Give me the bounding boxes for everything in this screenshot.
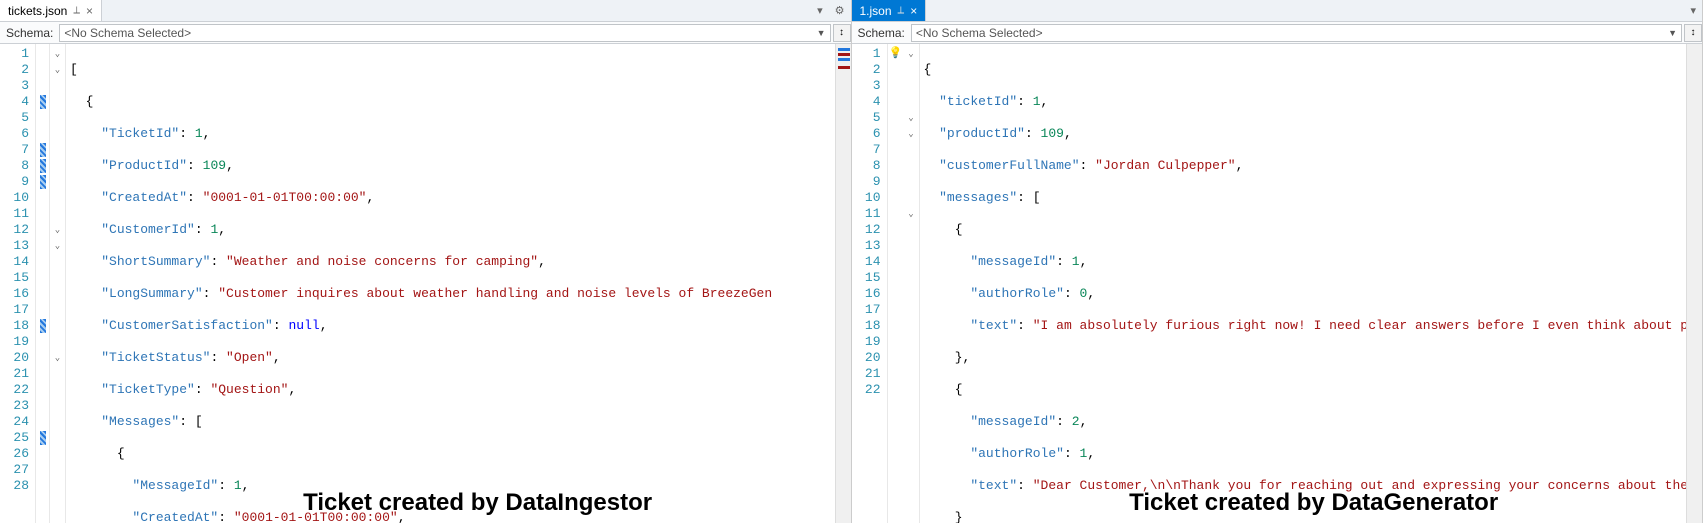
schema-row-left: Schema: <No Schema Selected> ▼ ↕ bbox=[0, 22, 851, 44]
tab-bar-right: 1.json ⟂ × ▾ bbox=[852, 0, 1703, 22]
right-editor-pane: 1.json ⟂ × ▾ Schema: <No Schema Selected… bbox=[852, 0, 1703, 523]
marker-gutter bbox=[36, 44, 50, 523]
change-marker-icon bbox=[40, 431, 46, 445]
suggestion-gutter: 💡 bbox=[888, 44, 904, 523]
fold-toggle[interactable]: ⌄ bbox=[904, 206, 919, 222]
chevron-down-icon: ▼ bbox=[1668, 28, 1677, 38]
lightbulb-icon[interactable]: 💡 bbox=[888, 46, 904, 62]
tab-title: 1.json bbox=[860, 4, 892, 18]
fold-toggle[interactable]: ⌄ bbox=[50, 46, 65, 62]
change-marker-icon bbox=[40, 143, 46, 157]
schema-toggle-button[interactable]: ↕ bbox=[1684, 24, 1702, 42]
chevron-down-icon: ▼ bbox=[817, 28, 826, 38]
gear-icon[interactable]: ⚙ bbox=[829, 4, 851, 17]
close-icon[interactable]: × bbox=[910, 4, 917, 18]
schema-select[interactable]: <No Schema Selected> ▼ bbox=[911, 24, 1682, 42]
fold-toggle[interactable]: ⌄ bbox=[50, 238, 65, 254]
tab-1-json[interactable]: 1.json ⟂ × bbox=[852, 0, 927, 21]
schema-label: Schema: bbox=[852, 26, 911, 40]
schema-value: <No Schema Selected> bbox=[916, 26, 1043, 40]
fold-toggle[interactable]: ⌄ bbox=[904, 46, 919, 62]
fold-toggle[interactable]: ⌄ bbox=[50, 350, 65, 366]
code-editor-right[interactable]: 12345678910111213141516171819202122 💡 ⌄ … bbox=[852, 44, 1703, 523]
tab-title: tickets.json bbox=[8, 4, 67, 18]
fold-toggle[interactable]: ⌄ bbox=[50, 222, 65, 238]
change-marker-icon bbox=[40, 95, 46, 109]
schema-select[interactable]: <No Schema Selected> ▼ bbox=[59, 24, 830, 42]
scroll-map[interactable] bbox=[835, 44, 851, 523]
fold-toggle[interactable]: ⌄ bbox=[50, 62, 65, 78]
fold-gutter: ⌄ ⌄ ⌄ ⌄ bbox=[904, 44, 920, 523]
schema-label: Schema: bbox=[0, 26, 59, 40]
change-marker-icon bbox=[40, 319, 46, 333]
tab-tickets-json[interactable]: tickets.json ⟂ × bbox=[0, 0, 102, 21]
pin-icon[interactable]: ⟂ bbox=[73, 5, 80, 16]
tab-bar-left: tickets.json ⟂ × ▾ ⚙ bbox=[0, 0, 851, 22]
line-number-gutter: 1234567891011121314151617181920212223242… bbox=[0, 44, 36, 523]
close-icon[interactable]: × bbox=[86, 4, 93, 18]
scroll-map[interactable] bbox=[1686, 44, 1702, 523]
pin-icon[interactable]: ⟂ bbox=[898, 5, 905, 16]
schema-toggle-button[interactable]: ↕ bbox=[833, 24, 851, 42]
code-content[interactable]: { "ticketId": 1, "productId": 109, "cust… bbox=[920, 44, 1687, 523]
fold-toggle[interactable]: ⌄ bbox=[904, 110, 919, 126]
fold-gutter: ⌄ ⌄ ⌄ ⌄ ⌄ bbox=[50, 44, 66, 523]
code-editor-left[interactable]: 1234567891011121314151617181920212223242… bbox=[0, 44, 851, 523]
window-dropdown-icon[interactable]: ▾ bbox=[811, 4, 829, 17]
left-editor-pane: tickets.json ⟂ × ▾ ⚙ Schema: <No Schema … bbox=[0, 0, 852, 523]
fold-toggle[interactable]: ⌄ bbox=[904, 126, 919, 142]
line-number-gutter: 12345678910111213141516171819202122 bbox=[852, 44, 888, 523]
schema-row-right: Schema: <No Schema Selected> ▼ ↕ bbox=[852, 22, 1703, 44]
caption-left: Ticket created by DataIngestor bbox=[303, 489, 652, 517]
change-marker-icon bbox=[40, 175, 46, 189]
code-content[interactable]: [ { "TicketId": 1, "ProductId": 109, "Cr… bbox=[66, 44, 835, 523]
caption-right: Ticket created by DataGenerator bbox=[1129, 489, 1498, 517]
change-marker-icon bbox=[40, 159, 46, 173]
schema-value: <No Schema Selected> bbox=[64, 26, 191, 40]
window-dropdown-icon[interactable]: ▾ bbox=[1684, 4, 1702, 17]
